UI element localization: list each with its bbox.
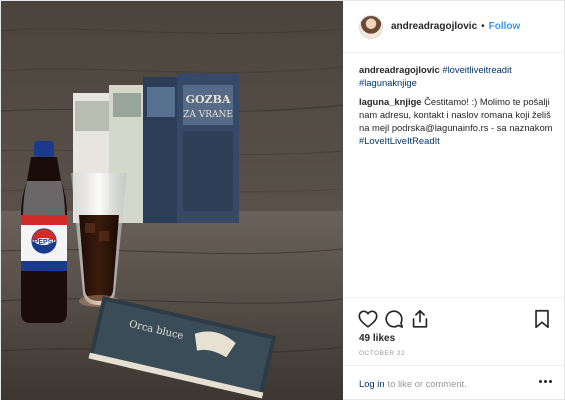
caption-hashtag-1[interactable]: #loveitliveitreadit xyxy=(442,64,511,75)
follow-button[interactable]: Follow xyxy=(489,21,521,32)
svg-text:ZA VRANE: ZA VRANE xyxy=(183,110,233,120)
bottle-label: PEPSI xyxy=(34,239,55,246)
more-dot-1 xyxy=(539,380,542,383)
reply-username[interactable]: laguna_knjige xyxy=(359,96,422,107)
instagram-post: GOZBA ZA VRANE PEPSI Orca bluce andreadr… xyxy=(0,0,565,400)
header-username[interactable]: andreadragojlovic xyxy=(391,21,477,32)
post-side-panel: andreadragojlovic • Follow andreadragojl… xyxy=(343,1,565,400)
more-options-icon[interactable] xyxy=(539,380,552,383)
comment-icon[interactable] xyxy=(383,308,405,330)
heart-icon[interactable] xyxy=(357,308,379,330)
likes-count[interactable]: 49 likes xyxy=(359,333,395,344)
reply-comment: laguna_knjige Čestitamo! :) Molimo te po… xyxy=(359,95,554,147)
header-separator: • xyxy=(481,21,485,32)
reply-hashtag[interactable]: #LoveItLiveItReadIt xyxy=(359,135,440,146)
post-photo[interactable]: GOZBA ZA VRANE PEPSI Orca bluce xyxy=(1,1,343,400)
login-suffix: to like or comment. xyxy=(387,378,467,389)
post-header: andreadragojlovic • Follow xyxy=(343,1,565,53)
comments-list: andreadragojlovic #loveitliveitreadit #l… xyxy=(359,63,554,153)
login-bar: Log in to like or comment. xyxy=(343,365,565,400)
caption-comment: andreadragojlovic #loveitliveitreadit #l… xyxy=(359,63,554,89)
more-dot-2 xyxy=(544,380,547,383)
post-date[interactable]: OCTOBER 22 xyxy=(359,350,405,357)
more-dot-3 xyxy=(549,380,552,383)
bookmark-icon[interactable] xyxy=(531,308,553,330)
login-link[interactable]: Log in xyxy=(359,378,385,389)
share-icon[interactable] xyxy=(409,308,431,330)
photo-scene: GOZBA ZA VRANE PEPSI Orca bluce xyxy=(1,1,343,400)
svg-text:GOZBA: GOZBA xyxy=(186,93,231,106)
caption-username[interactable]: andreadragojlovic xyxy=(359,64,440,75)
avatar[interactable] xyxy=(359,14,383,39)
caption-hashtag-2[interactable]: #lagunaknjige xyxy=(359,77,417,88)
